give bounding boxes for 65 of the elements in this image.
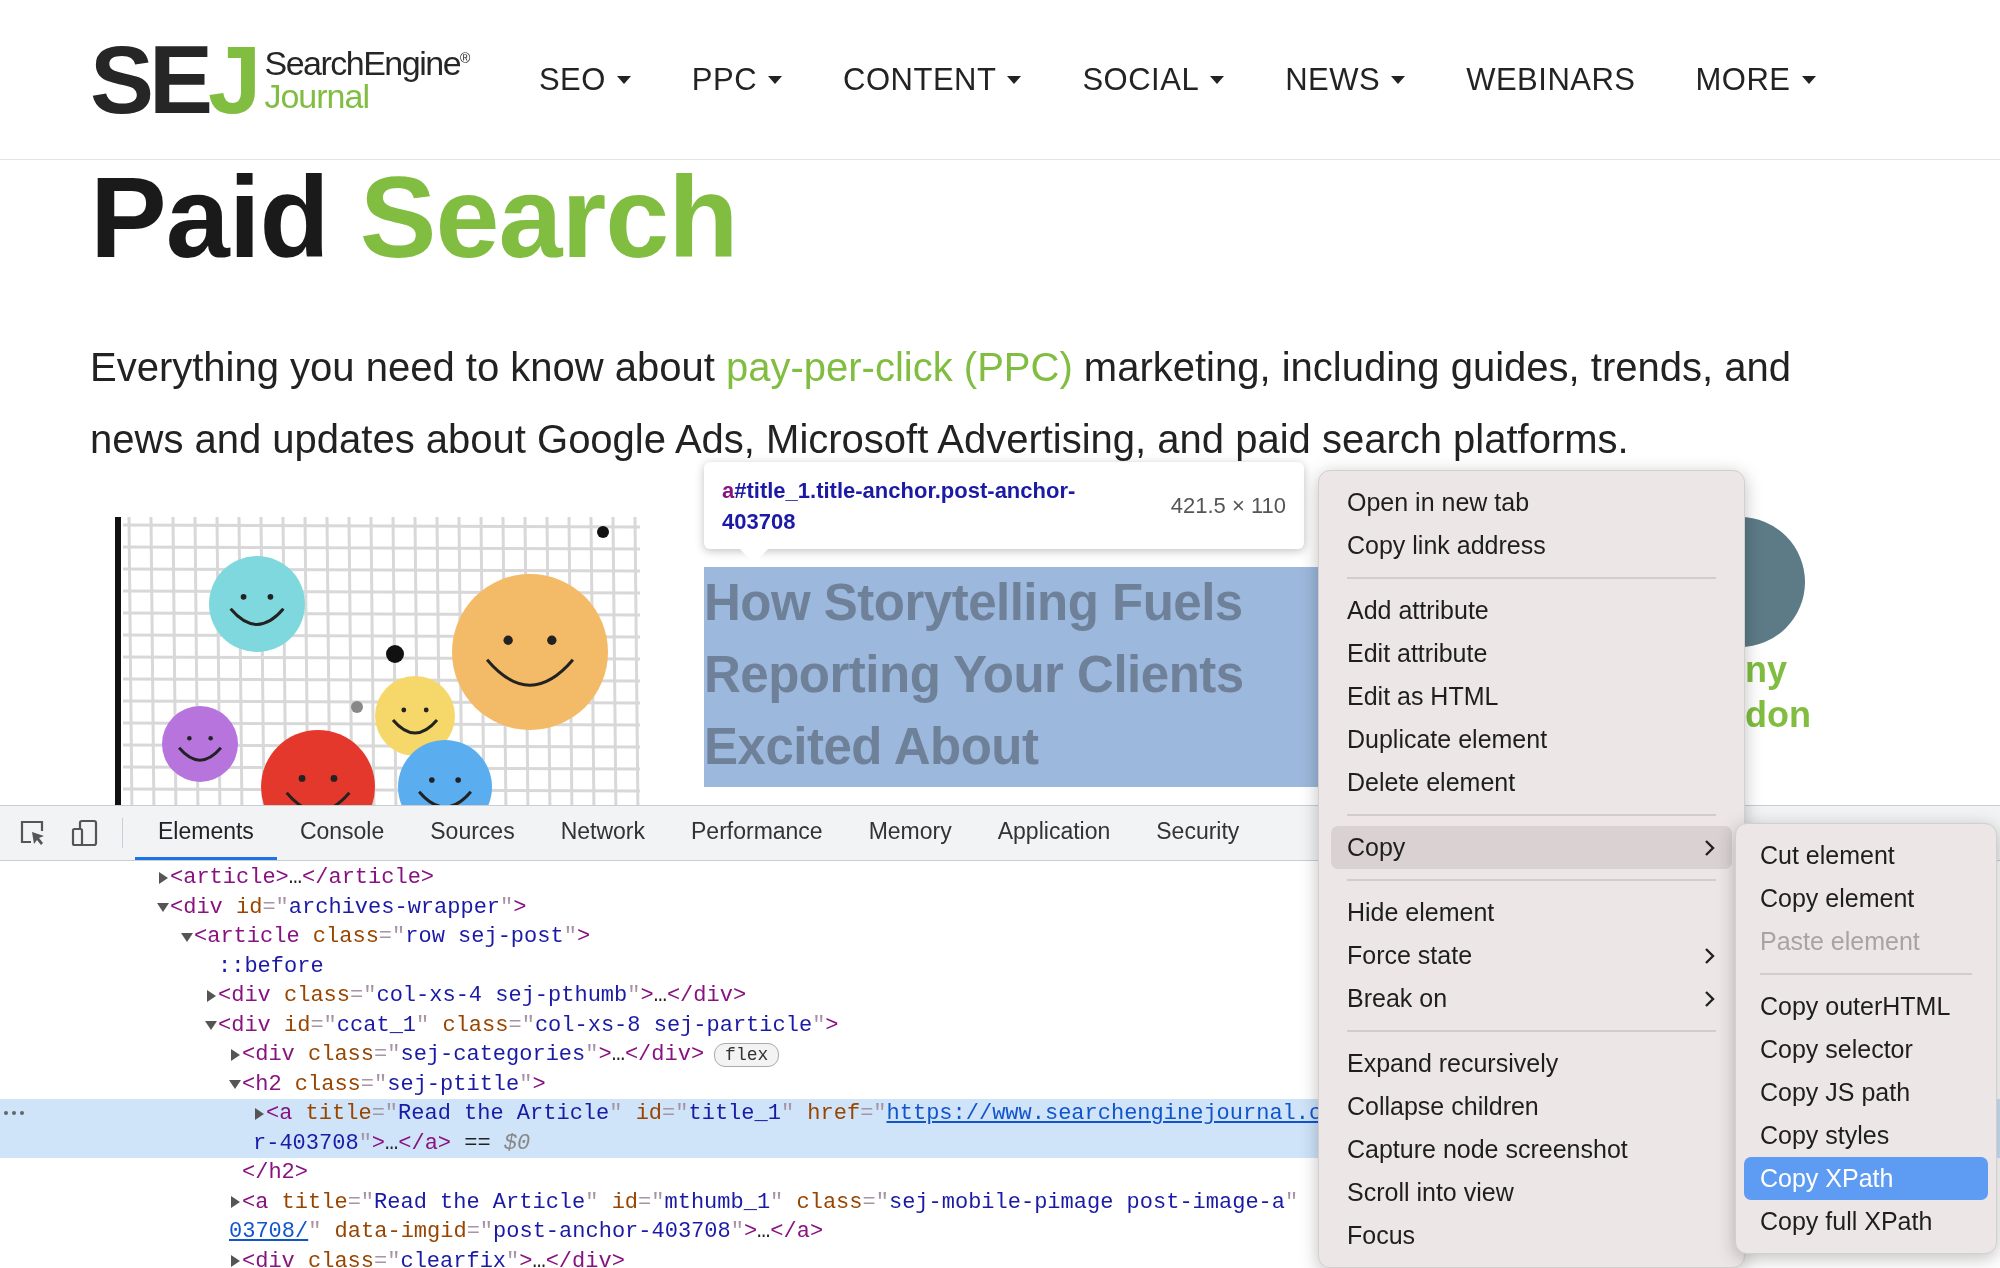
collapsed-arrow-icon[interactable] [229,1196,241,1209]
menu-item[interactable]: Hide element [1331,891,1732,934]
collapsed-arrow-icon[interactable] [229,1255,241,1268]
devtools-tab[interactable]: Memory [845,806,975,860]
menu-item[interactable]: Copy outerHTML [1744,985,1988,1028]
flex-badge[interactable]: flex [714,1042,780,1067]
code-line: 03708/" data-imgid="post-anchor-403708">…</a> [229,1218,824,1246]
devtools-tab[interactable]: Network [537,806,668,860]
menu-item[interactable]: Break on [1331,977,1732,1020]
collapsed-arrow-icon[interactable] [229,1048,241,1061]
nav-link[interactable]: SOCIAL [1082,61,1226,98]
code-line: <article class="row sej-post"> [194,923,591,951]
more-icon[interactable] [4,1111,24,1115]
expanded-arrow-icon[interactable] [229,1078,241,1091]
code-line: <div class="sej-categories">…</div> [242,1041,705,1069]
menu-item[interactable]: Copy element [1744,877,1988,920]
code-line: <a title="Read the Article" id="mthumb_1" class="sej-mobile-pimage post-image-a" [242,1188,1299,1217]
menu-item[interactable]: Copy [1331,826,1732,869]
nav-link[interactable]: CONTENT [843,61,1023,98]
nav-link[interactable]: PPC [691,61,784,98]
expanded-arrow-icon[interactable] [205,1019,217,1032]
code-line: <article>…</article> [170,864,435,892]
menu-item[interactable]: Open in new tab [1331,481,1732,524]
nav-link[interactable]: NEWS [1285,61,1407,98]
logo-wordmark[interactable]: SearchEngine$^{®}$ [264,47,469,80]
code-line: ::before [218,952,324,981]
devtools-tab[interactable]: Security [1133,806,1263,860]
menu-item[interactable]: Cut element [1744,834,1988,877]
page-title: Paid Search [90,160,739,275]
nav-link[interactable]: SEO [538,61,632,98]
code-line: <div class="clearfix">…</div> [242,1247,625,1268]
devtools-tab[interactable]: Performance [668,806,846,860]
code-line: <h2 class="sej-ptitle"> [242,1070,546,1099]
code-line: <div id="archives-wrapper"> [170,893,527,922]
devtools-tab[interactable]: Application [974,806,1134,860]
element-size: 421.5 × 110 [1170,492,1286,519]
menu-item[interactable]: Focus [1331,1214,1732,1257]
expanded-arrow-icon[interactable] [181,930,193,943]
menu-item[interactable]: Copy full XPath [1744,1200,1988,1243]
code-line: r-403708">…</a> == $0 [253,1129,531,1158]
code-line: <a title="Read the Article" id="title_1" href="https://www.searchenginejournal.c [266,1100,1323,1128]
menu-item[interactable]: Delete element [1331,761,1732,804]
code-line: <div id="ccat_1" class="col-xs-8 sej-particle"> [218,1011,839,1040]
menu-item[interactable]: Expand recursively [1331,1042,1732,1085]
menu-item[interactable]: Duplicate element [1331,718,1732,761]
collapsed-arrow-icon[interactable] [157,871,169,884]
expanded-arrow-icon[interactable] [157,901,169,914]
logo-mark[interactable]: SEJ [90,31,257,128]
collapsed-arrow-icon[interactable] [253,1107,265,1120]
devtools-tab[interactable]: Console [276,806,408,860]
code-line: <div class="col-xs-4 sej-pthumb">…</div> [218,982,747,1010]
element-selector: a#title_1.title-anchor.post-anchor-403708 [722,476,1077,536]
menu-item[interactable]: Edit attribute [1331,632,1732,675]
nav-link[interactable]: WEBINARS [1466,61,1636,98]
code-line: </h2> [242,1159,308,1187]
menu-item[interactable]: Edit as HTML [1331,675,1732,718]
nav-link[interactable]: MORE [1695,61,1817,98]
menu-item[interactable]: Copy link address [1331,524,1732,567]
menu-item[interactable]: Add attribute [1331,589,1732,632]
devtools-tab[interactable]: Elements [135,806,277,860]
menu-item[interactable]: Scroll into view [1331,1171,1732,1214]
menu-item[interactable]: Copy selector [1744,1028,1988,1071]
devtools-tab[interactable]: Sources [407,806,538,860]
menu-item[interactable]: Force state [1331,934,1732,977]
collapsed-arrow-icon[interactable] [205,989,217,1002]
